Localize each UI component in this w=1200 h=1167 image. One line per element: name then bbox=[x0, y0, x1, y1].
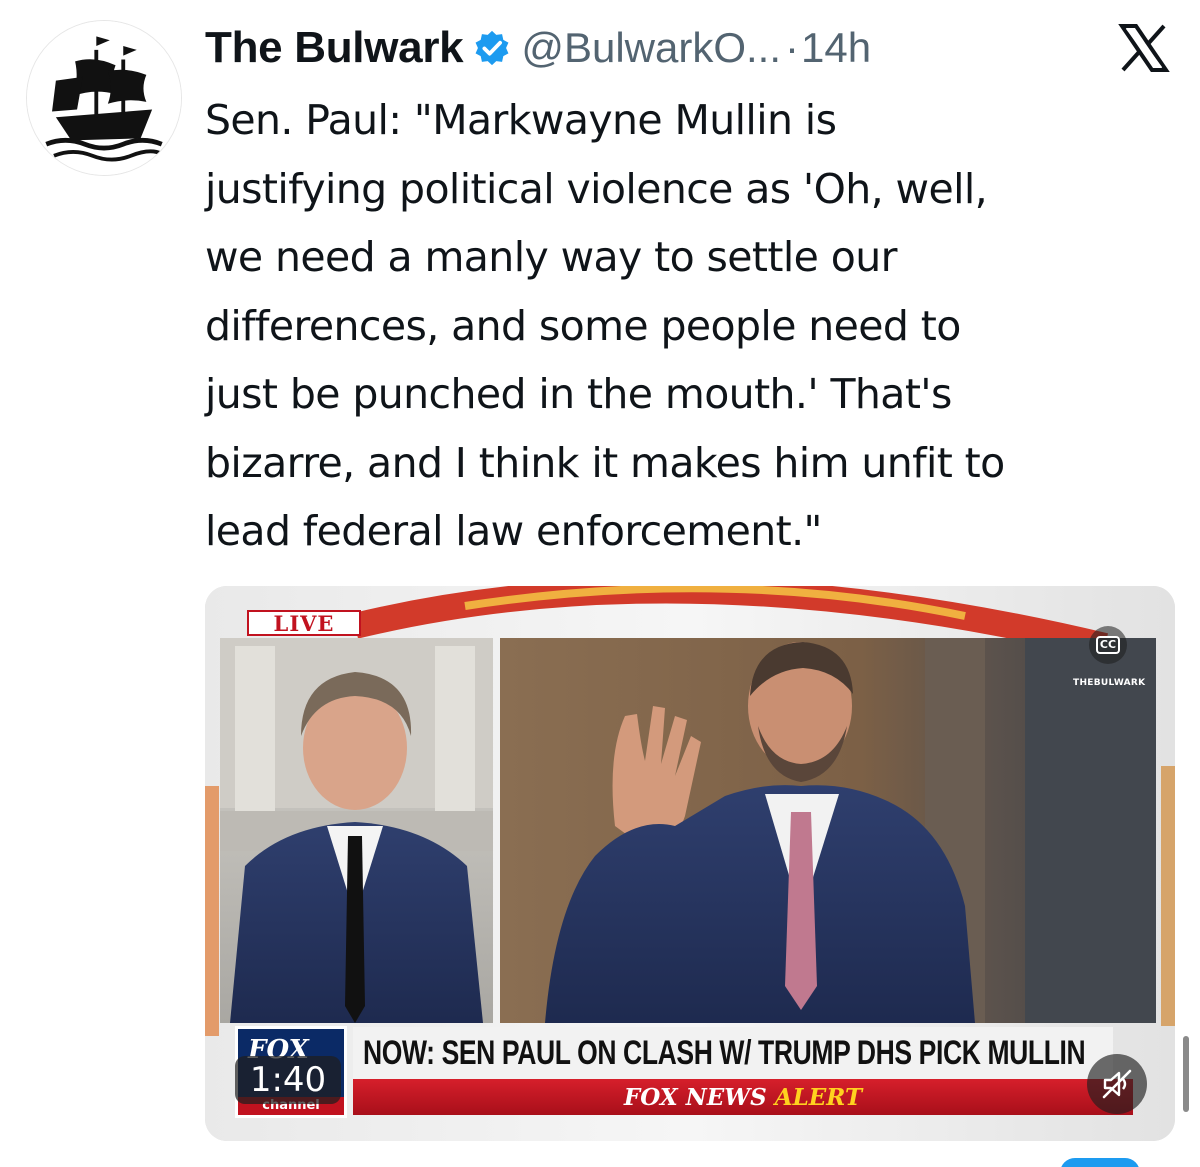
floating-action-button[interactable] bbox=[1060, 1158, 1140, 1167]
channel-watermark: THEBULWARK bbox=[1073, 678, 1146, 688]
mute-button[interactable] bbox=[1087, 1054, 1147, 1114]
scrollbar[interactable] bbox=[1183, 1036, 1189, 1112]
news-alert-bar: FOX NEWS ALERT bbox=[353, 1079, 1133, 1115]
mute-icon bbox=[1102, 1069, 1132, 1099]
author-handle[interactable]: @BulwarkO... bbox=[521, 24, 781, 72]
tweet-text-line: justifying political violence as 'Oh, we… bbox=[205, 164, 988, 213]
tweet-text-line: just be punched in the mouth.' That's bbox=[205, 370, 952, 418]
video-duration: 1:40 bbox=[235, 1056, 341, 1104]
cc-label: CC bbox=[1095, 636, 1121, 654]
live-label: LIVE bbox=[273, 610, 335, 636]
x-logo-icon bbox=[1118, 24, 1170, 72]
separator-dot: · bbox=[785, 24, 800, 71]
live-badge: LIVE bbox=[247, 610, 361, 636]
tweet-text-line: differences, and some people need to bbox=[205, 301, 961, 350]
tweet-text-line: we need a manly way to settle our bbox=[205, 233, 897, 281]
video-player[interactable]: LIVE CC THEBULWARK NOW: SEN PAUL ON CLAS… bbox=[205, 586, 1175, 1141]
author-name[interactable]: The Bulwark bbox=[205, 23, 464, 73]
alert-brand: FOX NEWS bbox=[623, 1083, 767, 1111]
tweet-text: Sen. Paul: "Markwayne Mullin is justifyi… bbox=[205, 86, 1165, 566]
alert-word: ALERT bbox=[774, 1083, 863, 1111]
verified-badge-icon bbox=[473, 29, 511, 67]
news-chyron: NOW: SEN PAUL ON CLASH W/ TRUMP DHS PICK… bbox=[353, 1027, 1113, 1079]
tweet-text-line: lead federal law enforcement." bbox=[205, 507, 822, 555]
tweet-text-line: Sen. Paul: "Markwayne Mullin is bbox=[205, 96, 837, 144]
closed-captions-icon[interactable]: CC bbox=[1089, 626, 1127, 664]
pirate-ship-icon bbox=[27, 21, 181, 175]
tweet-text-line: bizarre, and I think it makes him unfit … bbox=[205, 438, 1005, 487]
duration-text: 1:40 bbox=[249, 1060, 327, 1100]
timestamp[interactable]: 14h bbox=[801, 24, 871, 72]
chyron-text: NOW: SEN PAUL ON CLASH W/ TRUMP DHS PICK… bbox=[363, 1033, 1086, 1072]
avatar[interactable] bbox=[26, 20, 182, 176]
tweet-header: The Bulwark @BulwarkO... · 14h bbox=[205, 22, 1035, 74]
